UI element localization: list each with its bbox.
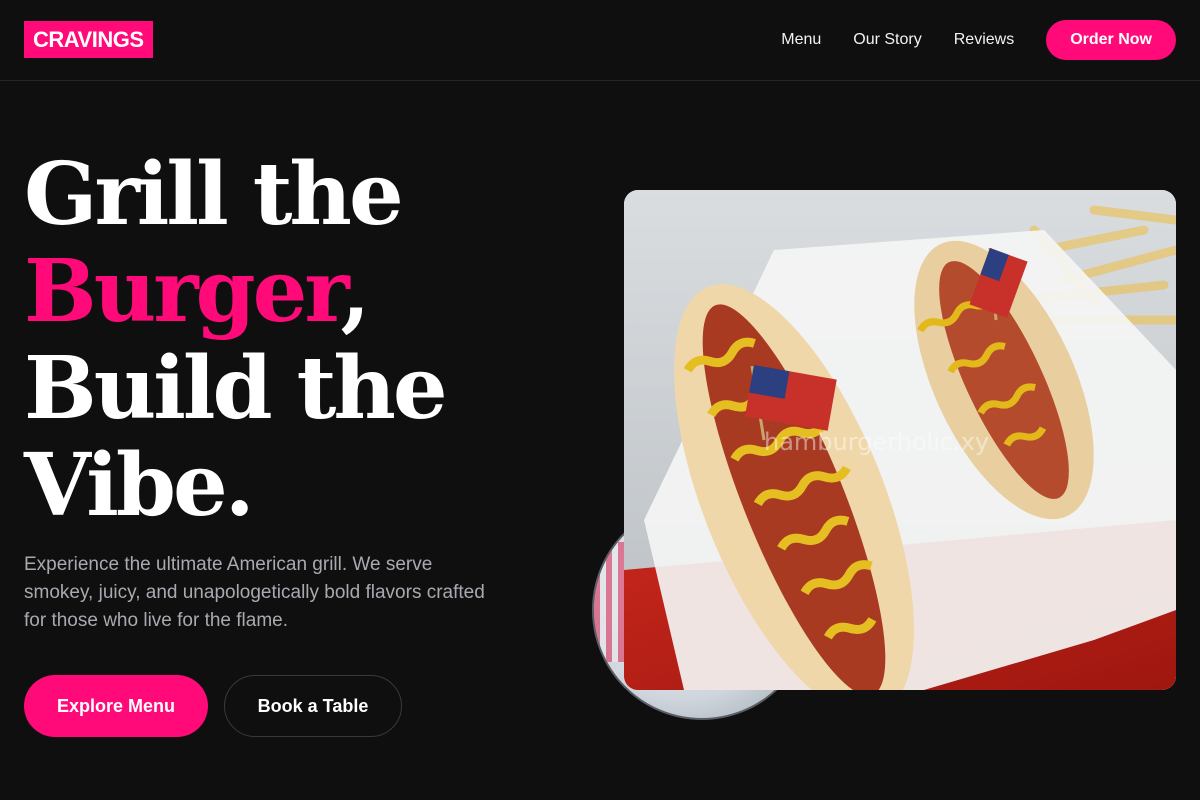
hero-title-accent: Burger (24, 241, 343, 342)
photo-watermark: hamburgerholic.xy (764, 428, 989, 456)
nav-link-menu[interactable]: Menu (781, 20, 821, 60)
book-table-button[interactable]: Book a Table (224, 675, 402, 737)
navbar: CRAVINGS Menu Our Story Reviews Order No… (0, 0, 1200, 81)
hero-title: Grill the Burger, Build the Vibe. (24, 146, 544, 534)
nav-link-our-story[interactable]: Our Story (853, 20, 921, 60)
nav-links: Menu Our Story Reviews Order Now (781, 20, 1176, 60)
order-now-button[interactable]: Order Now (1046, 20, 1176, 60)
hero-title-line-4: Vibe. (24, 435, 255, 536)
hero-title-comma: , (340, 241, 370, 342)
hero-photo-hotdogs: hamburgerholic.xy (624, 190, 1176, 690)
hero-title-line-3: Build the (24, 338, 448, 439)
hero-title-line-1: Grill the (24, 144, 404, 245)
brand-logo[interactable]: CRAVINGS (24, 21, 153, 58)
hotdog-illustration: hamburgerholic.xy (624, 190, 1176, 690)
hero-description: Experience the ultimate American grill. … (24, 554, 485, 631)
hero-title-line-2: Burger, (24, 243, 544, 340)
explore-menu-button[interactable]: Explore Menu (24, 675, 208, 737)
nav-link-reviews[interactable]: Reviews (954, 20, 1014, 60)
